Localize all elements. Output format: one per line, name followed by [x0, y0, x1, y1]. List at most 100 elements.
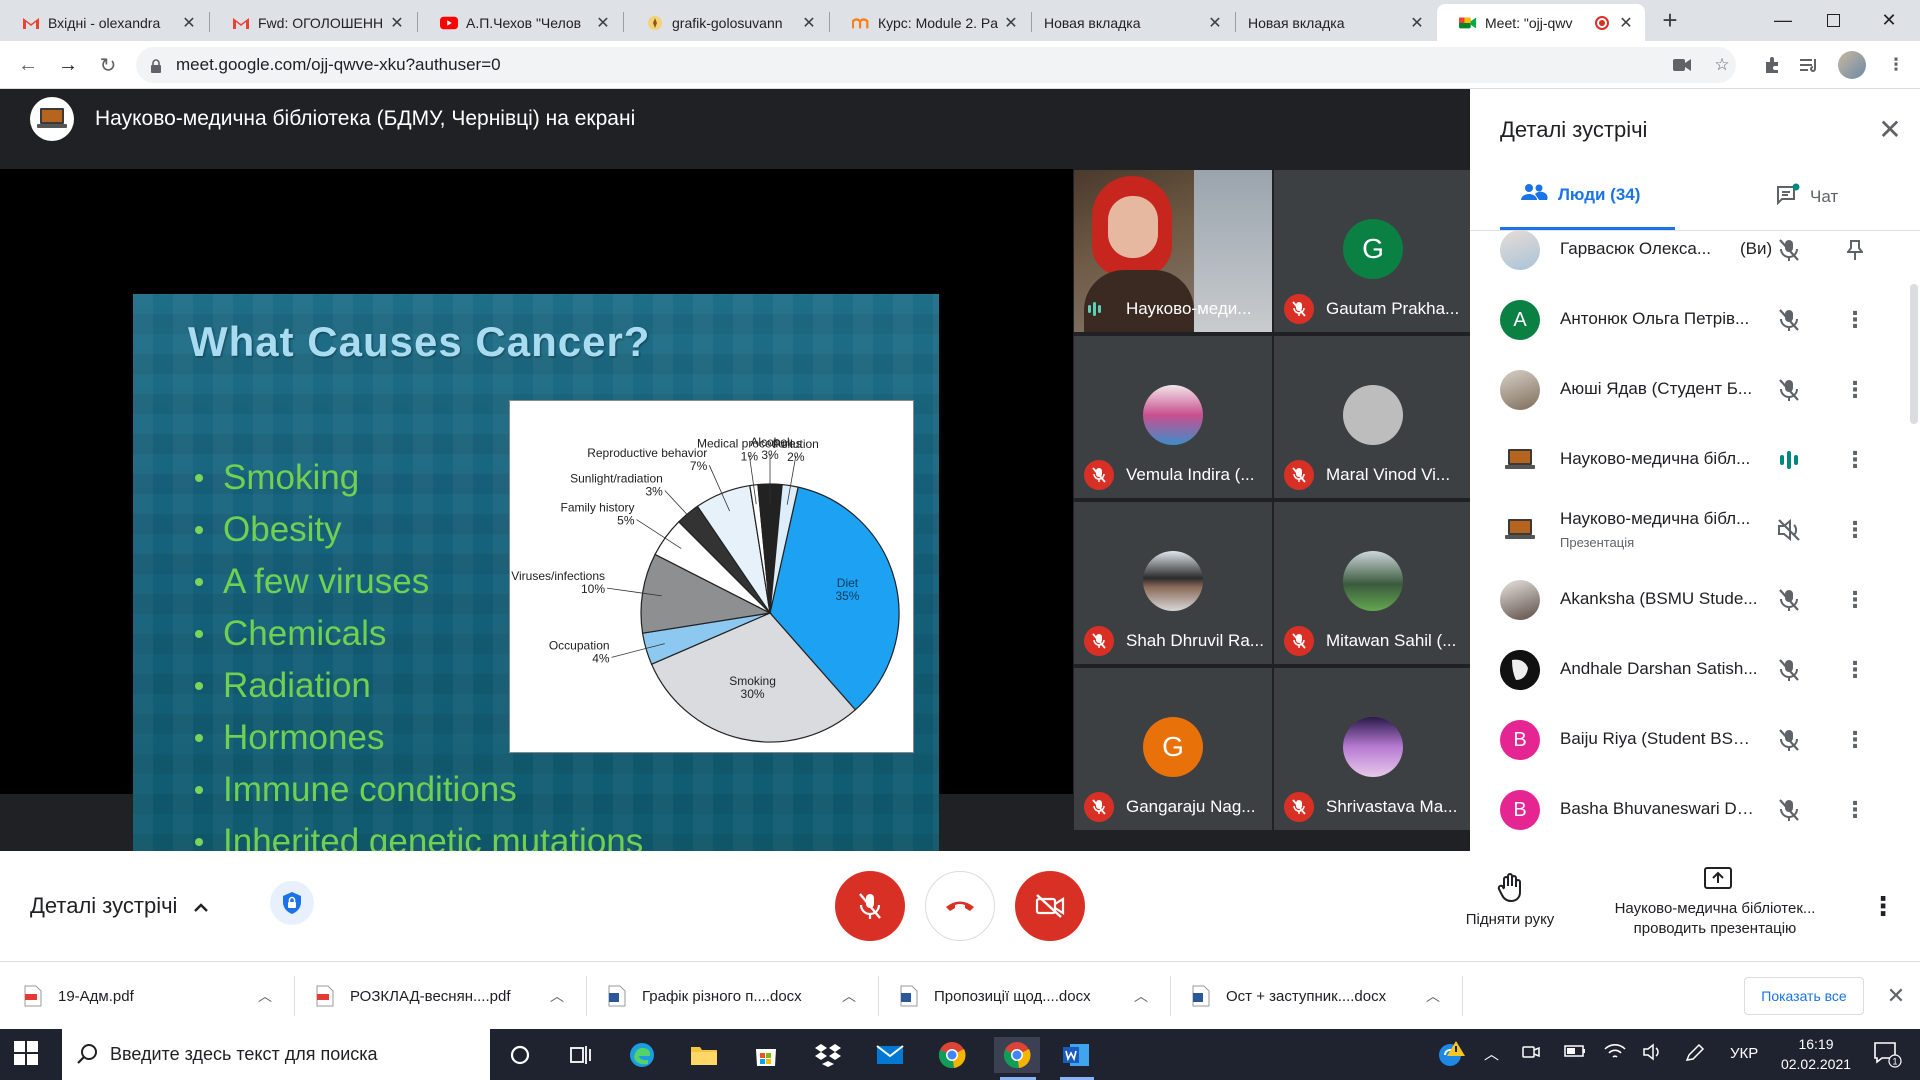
- chevron-up-icon[interactable]: ︿: [1134, 986, 1148, 1006]
- input-language[interactable]: УКР: [1730, 1045, 1758, 1062]
- tab-newtab-1[interactable]: Новая вкладка ✕: [1032, 4, 1234, 41]
- more-options-icon[interactable]: ⋮: [1842, 587, 1868, 613]
- close-icon[interactable]: ✕: [1617, 13, 1635, 33]
- maximize-button[interactable]: [1806, 0, 1860, 41]
- chevron-up-icon[interactable]: ︿: [258, 986, 272, 1006]
- tab-gmail-inbox[interactable]: Вхідні - olexandra ✕: [0, 4, 208, 41]
- close-icon[interactable]: ✕: [180, 13, 198, 33]
- more-options-icon[interactable]: ⋮: [1842, 307, 1868, 333]
- close-icon[interactable]: ✕: [1408, 13, 1426, 33]
- browser-menu-icon[interactable]: ⋮: [1884, 53, 1908, 77]
- participant-row[interactable]: А Антонюк Ольга Петрів... ⋮: [1470, 285, 1900, 355]
- taskbar-search-input[interactable]: Введите здесь текст для поиска: [62, 1029, 490, 1080]
- participant-tile[interactable]: Maral Vinod Vi...: [1274, 336, 1472, 498]
- close-icon[interactable]: ✕: [388, 13, 406, 33]
- media-controls-icon[interactable]: [1798, 53, 1822, 77]
- participant-tile-presenter[interactable]: Науково-меди...: [1074, 170, 1272, 332]
- update-warning-icon[interactable]: [1436, 1039, 1466, 1073]
- host-controls-shield-icon[interactable]: [270, 881, 314, 925]
- more-options-icon[interactable]: ⋮: [1842, 517, 1868, 543]
- tab-grafik[interactable]: grafik-golosuvann ✕: [624, 4, 828, 41]
- tab-chat[interactable]: Чат: [1776, 183, 1838, 210]
- participant-tile[interactable]: G Gangaraju Nag...: [1074, 668, 1272, 830]
- more-options-icon[interactable]: ⋮: [1842, 657, 1868, 683]
- pin-icon[interactable]: [1842, 237, 1868, 263]
- dropbox-icon[interactable]: [808, 1037, 848, 1073]
- chevron-up-icon[interactable]: ︿: [1426, 986, 1440, 1006]
- leave-call-button[interactable]: [925, 871, 995, 941]
- tab-newtab-2[interactable]: Новая вкладка ✕: [1236, 4, 1436, 41]
- tab-gmail-fwd[interactable]: Fwd: ОГОЛОШЕНН ✕: [210, 4, 416, 41]
- wifi-icon[interactable]: [1604, 1043, 1626, 1065]
- chrome-icon[interactable]: [932, 1037, 972, 1073]
- chevron-up-icon[interactable]: ︿: [1484, 1043, 1499, 1064]
- download-item[interactable]: Ост + заступник....docx ︿: [1192, 972, 1442, 1020]
- more-options-icon[interactable]: ⋮: [1842, 447, 1868, 473]
- panel-close-button[interactable]: ✕: [1874, 113, 1906, 145]
- tab-moodle[interactable]: Курс: Module 2. Pa ✕: [830, 4, 1030, 41]
- participant-row[interactable]: Аюші Ядав (Студент Б... ⋮: [1470, 355, 1900, 425]
- minimize-button[interactable]: —: [1756, 0, 1810, 41]
- participant-tile[interactable]: G Gautam Prakha...: [1274, 170, 1472, 332]
- participant-tile[interactable]: Mitawan Sahil (...: [1274, 502, 1472, 664]
- tab-meet-active[interactable]: Meet: "ojj-qwv ✕: [1437, 4, 1645, 41]
- chevron-up-icon[interactable]: ︿: [842, 986, 856, 1006]
- participant-row[interactable]: Andhale Darshan Satish... ⋮: [1470, 635, 1900, 705]
- presenting-status[interactable]: Науково-медична бібліотек... проводить п…: [1590, 899, 1840, 939]
- reload-button[interactable]: ↻: [92, 49, 124, 81]
- close-icon[interactable]: ✕: [1002, 13, 1020, 33]
- close-downloads-bar-icon[interactable]: ✕: [1882, 982, 1910, 1010]
- edge-icon[interactable]: [622, 1037, 662, 1073]
- system-clock[interactable]: 16:19 02.02.2021: [1776, 1034, 1856, 1074]
- participant-tile[interactable]: Shrivastava Ma...: [1274, 668, 1472, 830]
- tab-youtube[interactable]: А.П.Чехов "Челов ✕: [418, 4, 622, 41]
- participant-row[interactable]: B Baiju Riya (Student BSM... ⋮: [1470, 705, 1900, 775]
- participant-row[interactable]: Гарвасюк Олекса... (Ви): [1470, 215, 1900, 285]
- meet-now-icon[interactable]: [1522, 1043, 1540, 1065]
- panel-scrollbar[interactable]: [1910, 284, 1918, 424]
- bookmark-star-icon[interactable]: ☆: [1710, 53, 1734, 77]
- more-options-icon[interactable]: ⋮: [1842, 377, 1868, 403]
- forward-button[interactable]: →: [52, 49, 84, 81]
- pen-icon[interactable]: [1684, 1043, 1706, 1067]
- camera-indicator-icon[interactable]: [1670, 53, 1694, 77]
- battery-icon[interactable]: [1564, 1043, 1586, 1063]
- profile-avatar[interactable]: [1838, 51, 1866, 79]
- chevron-up-icon[interactable]: ︿: [550, 986, 564, 1006]
- file-explorer-icon[interactable]: [684, 1037, 724, 1073]
- cortana-icon[interactable]: [500, 1037, 540, 1073]
- tab-people[interactable]: Люди (34): [1520, 183, 1640, 206]
- volume-icon[interactable]: [1642, 1043, 1664, 1065]
- window-close-button[interactable]: ✕: [1862, 0, 1916, 41]
- raise-hand-icon[interactable]: [1496, 873, 1524, 903]
- participant-row[interactable]: Akanksha (BSMU Stude... ⋮: [1470, 565, 1900, 635]
- windows-start-icon[interactable]: [14, 1041, 40, 1067]
- meeting-details-toggle[interactable]: Деталі зустрічі: [30, 893, 209, 919]
- chrome-active-icon[interactable]: [994, 1037, 1040, 1073]
- back-button[interactable]: ←: [12, 49, 44, 81]
- show-all-downloads-button[interactable]: Показать все: [1744, 977, 1864, 1015]
- camera-toggle-button[interactable]: [1015, 871, 1085, 941]
- address-bar[interactable]: meet.google.com/ojj-qwve-xku?authuser=0: [136, 47, 1736, 83]
- close-icon[interactable]: ✕: [594, 13, 612, 33]
- microsoft-store-icon[interactable]: [746, 1037, 786, 1073]
- close-icon[interactable]: ✕: [800, 13, 818, 33]
- close-icon[interactable]: ✕: [1206, 13, 1224, 33]
- more-options-icon[interactable]: ⋮: [1870, 891, 1896, 921]
- download-item[interactable]: Пропозиції щод....docx ︿: [900, 972, 1150, 1020]
- participant-row[interactable]: B Basha Bhuvaneswari De... ⋮: [1470, 775, 1900, 845]
- raise-hand-label[interactable]: Підняти руку: [1446, 911, 1574, 928]
- participant-tile[interactable]: Vemula Indira (...: [1074, 336, 1272, 498]
- participant-tile[interactable]: Shah Dhruvil Ra...: [1074, 502, 1272, 664]
- present-screen-icon[interactable]: [1704, 867, 1732, 891]
- download-item[interactable]: Графік різного п....docx ︿: [608, 972, 858, 1020]
- participant-row[interactable]: Науково-медична бібл... ⋮: [1470, 425, 1900, 495]
- microphone-toggle-button[interactable]: [835, 871, 905, 941]
- word-icon[interactable]: [1056, 1037, 1096, 1073]
- task-view-icon[interactable]: [560, 1037, 600, 1073]
- download-item[interactable]: 19-Адм.pdf ︿: [24, 972, 274, 1020]
- extensions-icon[interactable]: [1760, 53, 1784, 77]
- participant-row[interactable]: Науково-медична бібл... Презентація ⋮: [1470, 495, 1900, 565]
- download-item[interactable]: РОЗКЛАД-веснян....pdf ︿: [316, 972, 566, 1020]
- more-options-icon[interactable]: ⋮: [1842, 727, 1868, 753]
